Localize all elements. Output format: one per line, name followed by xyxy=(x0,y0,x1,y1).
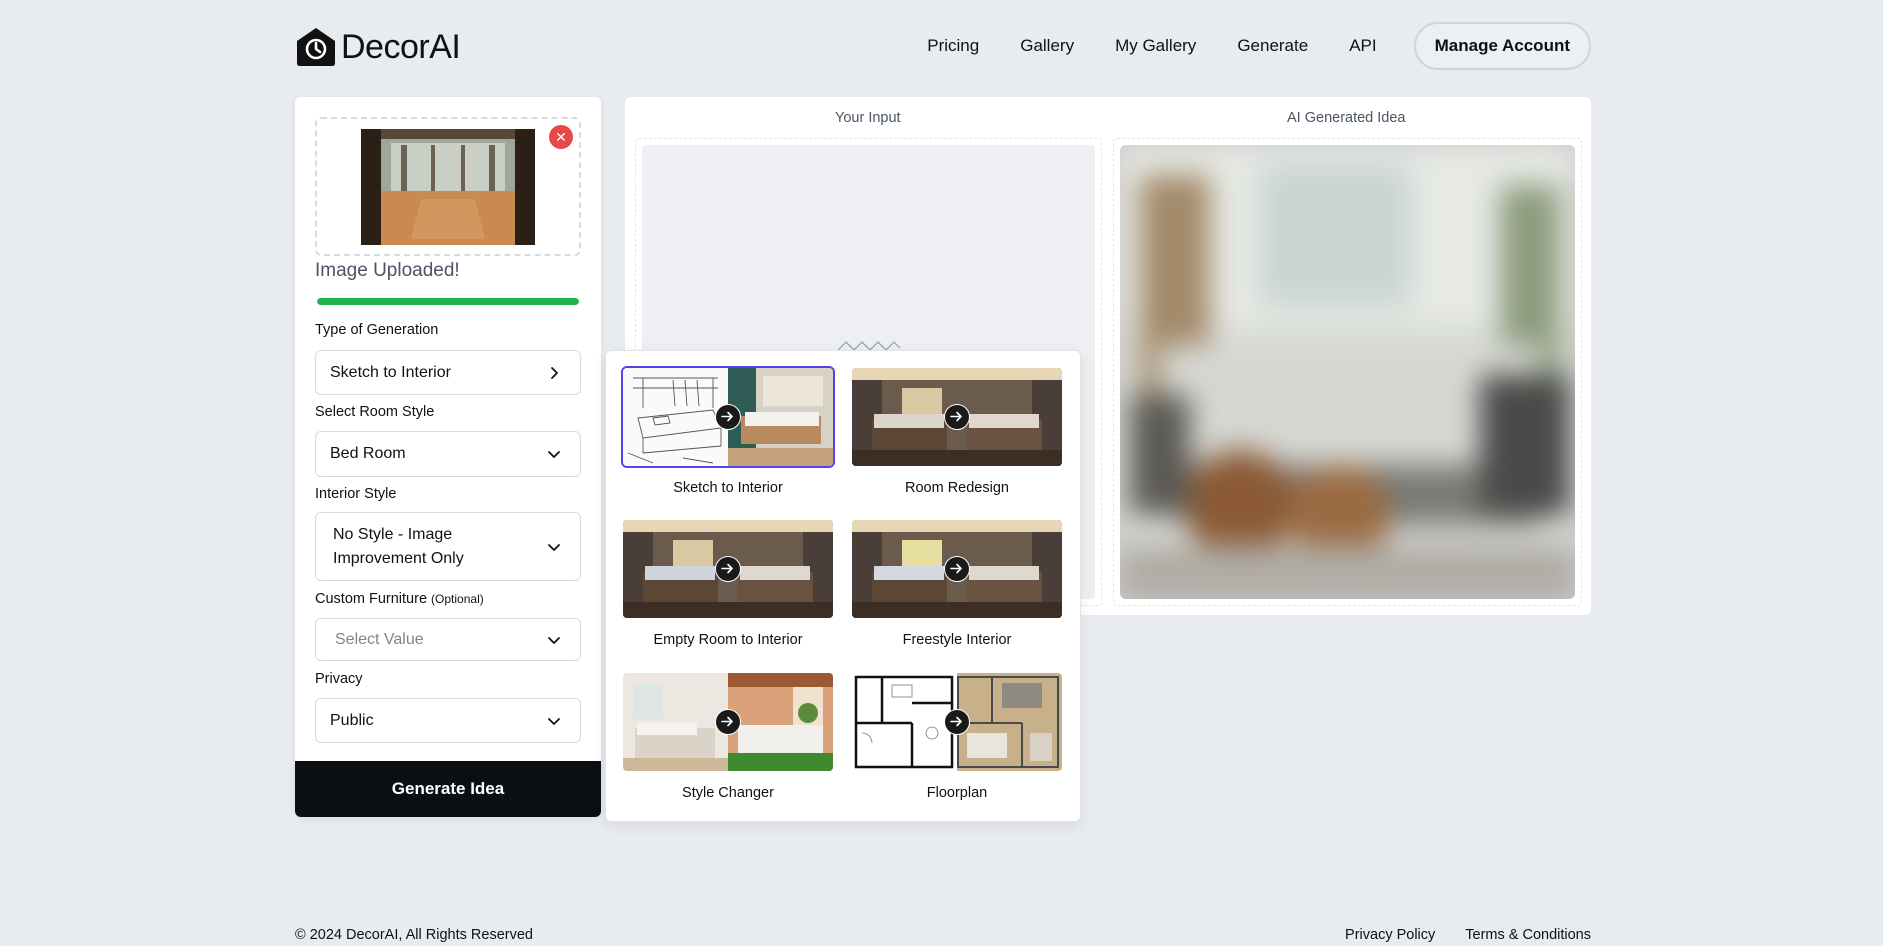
nav-api[interactable]: API xyxy=(1349,36,1376,56)
optional-tag: (Optional) xyxy=(431,592,484,606)
interior-style-select[interactable]: No Style - Image Improvement Only xyxy=(315,512,581,581)
chevron-down-icon xyxy=(548,543,560,551)
uploaded-image-thumbnail xyxy=(361,129,535,245)
privacy-policy-link[interactable]: Privacy Policy xyxy=(1345,927,1435,943)
option-label: Sketch to Interior xyxy=(673,480,783,496)
option-image xyxy=(850,671,1064,773)
copyright-text: © 2024 DecorAI, All Rights Reserved xyxy=(295,927,533,943)
logo-house-icon xyxy=(295,27,337,67)
chevron-down-icon xyxy=(548,717,560,725)
arrow-right-icon xyxy=(715,556,741,582)
chevron-right-icon xyxy=(551,366,558,379)
option-image xyxy=(850,518,1064,620)
privacy-label: Privacy xyxy=(315,671,363,687)
generated-preview-image xyxy=(1120,145,1575,599)
type-of-generation-select[interactable]: Sketch to Interior xyxy=(315,350,581,395)
remove-image-button[interactable]: ✕ xyxy=(549,125,573,149)
type-of-generation-value: Sketch to Interior xyxy=(330,363,451,381)
room-style-value: Bed Room xyxy=(330,445,406,462)
generated-preview-box xyxy=(1113,138,1582,606)
option-image xyxy=(621,671,835,773)
option-room-redesign[interactable]: Room Redesign xyxy=(850,366,1064,496)
image-upload-dropzone[interactable]: ✕ xyxy=(315,117,581,256)
brand-logo[interactable]: DecorAI xyxy=(295,27,461,67)
chevron-down-icon xyxy=(548,451,560,458)
privacy-value: Public xyxy=(330,711,374,729)
option-style-changer[interactable]: Style Changer xyxy=(621,671,835,801)
generation-form: ✕ Image Uploaded! Type of Generation Ske… xyxy=(295,97,601,817)
chevron-down-icon xyxy=(548,636,560,644)
arrow-right-icon xyxy=(715,404,741,430)
option-image xyxy=(621,518,835,620)
type-of-generation-label: Type of Generation xyxy=(315,322,439,338)
arrow-right-icon xyxy=(944,556,970,582)
room-style-select[interactable]: Bed Room xyxy=(315,431,581,477)
interior-style-value-line2: Improvement Only xyxy=(333,549,464,567)
nav-pricing[interactable]: Pricing xyxy=(927,36,979,56)
nav-gallery[interactable]: Gallery xyxy=(1020,36,1074,56)
terms-link[interactable]: Terms & Conditions xyxy=(1465,927,1591,943)
option-label: Style Changer xyxy=(682,785,774,801)
arrow-right-icon xyxy=(715,709,741,735)
option-label: Room Redesign xyxy=(905,480,1009,496)
main-nav: Pricing Gallery My Gallery Generate API … xyxy=(927,22,1591,70)
option-label: Floorplan xyxy=(926,785,988,801)
interior-style-label: Interior Style xyxy=(315,486,397,502)
interior-style-value: No Style - Image Improvement Only xyxy=(333,523,464,571)
custom-furniture-placeholder: Select Value xyxy=(335,630,424,648)
option-label: Freestyle Interior xyxy=(902,632,1012,648)
upload-progress-fill xyxy=(317,298,579,305)
option-floorplan[interactable]: Floorplan xyxy=(850,671,1064,801)
custom-furniture-select[interactable]: Select Value xyxy=(315,618,581,661)
manage-account-button[interactable]: Manage Account xyxy=(1413,22,1591,70)
option-empty-room-to-interior[interactable]: Empty Room to Interior xyxy=(621,518,835,648)
generate-idea-button[interactable]: Generate Idea xyxy=(295,761,601,817)
arrow-right-icon xyxy=(944,404,970,430)
option-sketch-to-interior[interactable]: Sketch to Interior xyxy=(621,366,835,496)
your-input-title: Your Input xyxy=(835,110,901,126)
ai-generated-title: AI Generated Idea xyxy=(1287,110,1406,126)
option-freestyle-interior[interactable]: Freestyle Interior xyxy=(850,518,1064,648)
upload-progress-bar xyxy=(317,298,579,305)
nav-generate[interactable]: Generate xyxy=(1237,36,1308,56)
option-image xyxy=(850,366,1064,468)
footer-links: Privacy Policy Terms & Conditions xyxy=(1315,927,1591,943)
arrow-right-icon xyxy=(944,709,970,735)
privacy-select[interactable]: Public xyxy=(315,698,581,743)
custom-furniture-label: Custom Furniture (Optional) xyxy=(315,591,484,607)
brand-name: DecorAI xyxy=(341,27,461,66)
close-icon: ✕ xyxy=(555,128,567,145)
custom-furniture-label-text: Custom Furniture xyxy=(315,591,428,607)
interior-style-value-line1: No Style - Image xyxy=(333,525,453,543)
nav-my-gallery[interactable]: My Gallery xyxy=(1115,36,1196,56)
upload-status: Image Uploaded! xyxy=(315,260,460,281)
generation-type-popup: Sketch to Interior Room Redesign Empty R… xyxy=(605,350,1081,822)
option-image xyxy=(621,366,835,468)
option-label: Empty Room to Interior xyxy=(653,632,803,648)
room-style-label: Select Room Style xyxy=(315,404,435,420)
